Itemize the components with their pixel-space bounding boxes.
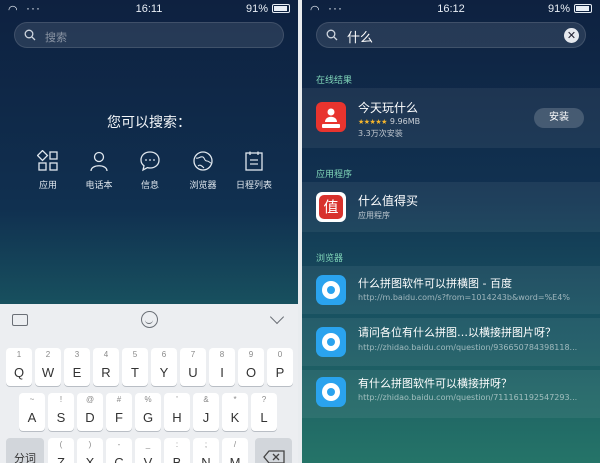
key-f[interactable]: # F <box>106 393 132 431</box>
rating-stars: ★★★★★ 9.96MB <box>358 117 421 126</box>
search-category-list: 应用 电话本 信息 浏览器 日程列表 <box>22 150 282 194</box>
category-contacts[interactable]: 电话本 <box>73 150 125 191</box>
emoji-icon[interactable] <box>141 311 158 328</box>
key-k[interactable]: * K <box>222 393 248 431</box>
section-browser: 浏览器 <box>316 254 344 264</box>
battery-percent: 91% <box>245 3 268 15</box>
key-y[interactable]: 6Y <box>151 348 177 386</box>
home-search-screen: ◠ ··· 16:11 91% 搜索 您可以搜索： 应用 电话本 信息 浏览器 … <box>0 0 298 463</box>
key-v[interactable]: _ V <box>135 438 161 463</box>
search-icon <box>24 29 36 41</box>
key-l[interactable]: ? L <box>251 393 277 431</box>
key-r[interactable]: 4R <box>93 348 119 386</box>
key-g[interactable]: % G <box>135 393 161 431</box>
category-messages[interactable]: 信息 <box>124 150 176 191</box>
search-input[interactable]: 搜索 <box>14 22 284 48</box>
apps-grid-icon <box>37 150 58 171</box>
search-icon <box>326 29 338 41</box>
app-icon-jintianwan <box>316 102 346 132</box>
battery-percent: 91% <box>547 3 570 15</box>
install-count: 3.3万次安装 <box>358 129 403 138</box>
category-label: 浏览器 <box>189 181 217 191</box>
key-x[interactable]: ) X <box>77 438 103 463</box>
key-backspace[interactable] <box>255 438 292 463</box>
app-result-row[interactable]: 值 什么值得买 应用程序 <box>302 182 600 232</box>
key-n[interactable]: ; N <box>193 438 219 463</box>
app-size: 9.96MB <box>389 117 421 126</box>
result-title: 什么值得买 <box>358 194 419 208</box>
key-row-1: 1Q 2W 3E 4R 5T 6Y 7U 8I 9O 0P <box>0 348 298 388</box>
battery-icon <box>574 4 592 13</box>
key-a[interactable]: ~ A <box>19 393 45 431</box>
app-icon-zhidemai: 值 <box>316 192 346 222</box>
key-z[interactable]: (Z <box>48 438 74 463</box>
key-s[interactable]: ! S <box>48 393 74 431</box>
status-bar: ◠ ··· 16:12 91% <box>302 0 600 18</box>
key-m[interactable]: / M <box>222 438 248 463</box>
key-j[interactable]: & J <box>193 393 219 431</box>
keyboard-toolbar <box>0 304 298 338</box>
category-label: 电话本 <box>85 181 113 191</box>
browser-icon <box>316 275 346 305</box>
key-segment[interactable]: 分词 <box>6 438 44 463</box>
battery-icon <box>272 4 290 13</box>
search-placeholder: 搜索 <box>45 31 67 44</box>
search-query: 什么 <box>347 31 374 46</box>
keyboard-switch-icon[interactable] <box>12 314 28 326</box>
result-title: 什么拼图软件可以拼横图 - 百度 <box>358 277 512 290</box>
result-title: 有什么拼图软件可以横接拼呀？ <box>358 377 512 390</box>
calendar-list-icon <box>245 151 263 171</box>
result-url: http://zhidao.baidu.com/question/7111611… <box>358 393 578 402</box>
contacts-person-icon <box>90 151 108 172</box>
key-u[interactable]: 7U <box>180 348 206 386</box>
result-title: 请问各位有什么拼图…以横接拼图片呀？ <box>358 326 556 339</box>
key-row-2: ~ A ! S @ D # F % G ' H & J * K ? L <box>0 393 298 433</box>
soft-keyboard: 1Q 2W 3E 4R 5T 6Y 7U 8I 9O 0P ~ A ! S @ D #… <box>0 304 298 463</box>
browser-icon <box>316 327 346 357</box>
category-label: 应用 <box>38 181 57 191</box>
hide-keyboard-chevron-icon[interactable] <box>269 309 285 325</box>
key-h[interactable]: ' H <box>164 393 190 431</box>
browser-result-row[interactable]: 请问各位有什么拼图…以横接拼图片呀？ http://zhidao.baidu.c… <box>302 318 600 366</box>
key-c[interactable]: -C <box>106 438 132 463</box>
search-hint-title: 您可以搜索： <box>107 115 191 131</box>
browser-icon <box>316 377 346 407</box>
browser-globe-icon <box>193 151 213 171</box>
category-label: 日程列表 <box>235 181 272 191</box>
result-title: 今天玩什么 <box>358 101 419 115</box>
search-results-screen: ◠ ··· 16:12 91% 什么 ✕ 在线结果 今天玩什么 ★★★★★ 9.9… <box>302 0 600 463</box>
key-i[interactable]: 8I <box>209 348 235 386</box>
result-subtitle: 应用程序 <box>358 211 390 220</box>
key-q[interactable]: 1Q <box>6 348 32 386</box>
install-button[interactable]: 安装 <box>534 108 584 128</box>
key-row-3: 分词 (Z ) X -C _ V :B ; N / M <box>0 438 298 463</box>
result-url: http://m.baidu.com/s?from=1014243b&word=… <box>358 293 570 302</box>
category-label: 信息 <box>140 181 159 191</box>
key-o[interactable]: 9O <box>238 348 264 386</box>
result-url: http://zhidao.baidu.com/question/9366507… <box>358 343 578 352</box>
key-w[interactable]: 2W <box>35 348 61 386</box>
category-apps[interactable]: 应用 <box>22 150 74 191</box>
online-result-row[interactable]: 今天玩什么 ★★★★★ 9.96MB 3.3万次安装 安装 <box>302 88 600 148</box>
key-e[interactable]: 3E <box>64 348 90 386</box>
key-d[interactable]: @ D <box>77 393 103 431</box>
key-t[interactable]: 5T <box>122 348 148 386</box>
browser-result-row[interactable]: 有什么拼图软件可以横接拼呀？ http://zhidao.baidu.com/q… <box>302 370 600 418</box>
section-online-results: 在线结果 <box>316 76 353 86</box>
backspace-icon <box>263 450 285 463</box>
message-bubble-icon <box>140 151 160 172</box>
status-bar: ◠ ··· 16:11 91% <box>0 0 298 18</box>
clear-search-icon[interactable]: ✕ <box>564 28 579 43</box>
search-input[interactable]: 什么 ✕ <box>316 22 586 48</box>
browser-result-row[interactable]: 什么拼图软件可以拼横图 - 百度 http://m.baidu.com/s?fr… <box>302 266 600 314</box>
section-apps: 应用程序 <box>316 170 353 180</box>
category-calendar[interactable]: 日程列表 <box>228 150 280 191</box>
category-browser[interactable]: 浏览器 <box>177 150 229 191</box>
key-b[interactable]: :B <box>164 438 190 463</box>
key-p[interactable]: 0P <box>267 348 293 386</box>
